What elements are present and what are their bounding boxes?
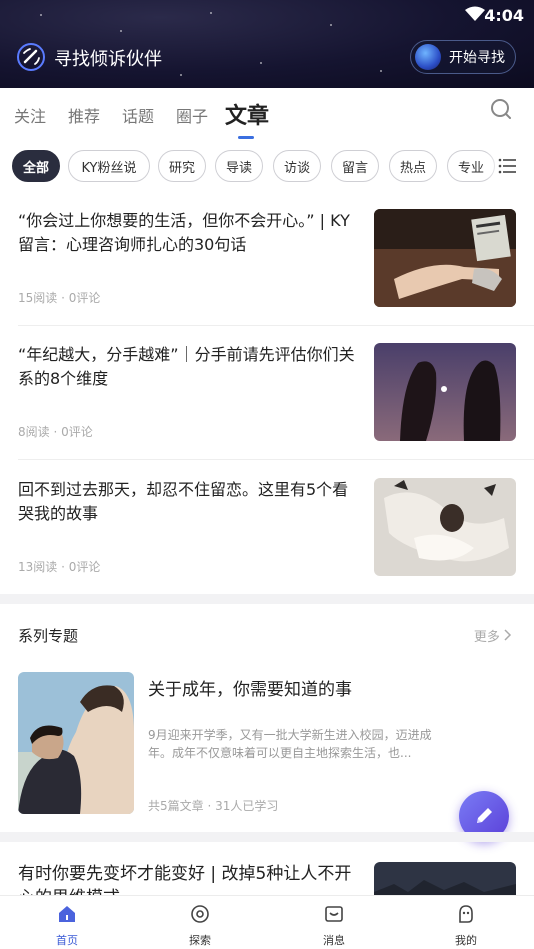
nav-profile[interactable]: 我的 xyxy=(436,904,496,948)
article-thumbnail xyxy=(374,478,516,576)
message-icon xyxy=(325,906,343,922)
active-tab-indicator xyxy=(238,136,254,139)
article-title: “你会过上你想要的生活，但你不会开心。” | KY留言：心理咨询师扎心的30句话 xyxy=(18,211,350,254)
chip-all[interactable]: 全部 xyxy=(12,150,60,182)
series-description: 9月迎来开学季，又有一批大学新生进入校园，迈进成年。成年不仅意味着可以更自主地探… xyxy=(148,728,432,760)
article-title: 回不到过去那天，却忍不住留恋。这里有5个看哭我的故事 xyxy=(18,480,349,523)
more-label: 更多 xyxy=(473,630,500,645)
article-meta: 15阅读 · 0评论 xyxy=(18,291,101,305)
nav-explore[interactable]: 探索 xyxy=(170,904,230,948)
star-decoration xyxy=(210,12,212,14)
more-link[interactable]: 更多 xyxy=(474,626,512,645)
article-thumbnail xyxy=(374,862,516,895)
start-search-label: 开始寻找 xyxy=(449,50,505,66)
bottom-nav: 首页 探索 消息 我的 xyxy=(0,895,534,949)
nav-home[interactable]: 首页 xyxy=(37,904,97,948)
explore-icon xyxy=(191,905,209,923)
star-decoration xyxy=(40,14,42,16)
article-thumbnail xyxy=(374,209,516,307)
section-separator xyxy=(0,594,534,604)
chip-comments[interactable]: 留言 xyxy=(331,150,379,182)
top-tabs: 关注 推荐 话题 圈子 文章 xyxy=(0,88,534,140)
category-menu-icon[interactable] xyxy=(498,158,516,174)
search-icon[interactable] xyxy=(490,98,512,120)
nav-messages-label: 消息 xyxy=(323,934,345,947)
series-meta: 共5篇文章 · 31人已学习 xyxy=(148,799,279,813)
article-title: “年纪越大，分手越难”｜分手前请先评估你们关系的8个维度 xyxy=(18,345,355,388)
status-time: 4:04 xyxy=(484,6,524,25)
article-item[interactable]: “年纪越大，分手越难”｜分手前请先评估你们关系的8个维度 8阅读 · 0评论 xyxy=(0,343,534,477)
chip-guide[interactable]: 导读 xyxy=(215,150,263,182)
article-meta: 8阅读 · 0评论 xyxy=(18,425,93,439)
chip-research[interactable]: 研究 xyxy=(158,150,206,182)
chip-interview[interactable]: 访谈 xyxy=(273,150,321,182)
divider xyxy=(18,459,534,460)
tab-follow[interactable]: 关注 xyxy=(14,103,46,127)
article-thumbnail xyxy=(374,343,516,441)
section-separator xyxy=(0,832,534,842)
series-name[interactable]: 关于成年，你需要知道的事 xyxy=(148,675,352,700)
article-item[interactable]: “你会过上你想要的生活，但你不会开心。” | KY留言：心理咨询师扎心的30句话… xyxy=(0,209,534,343)
wifi-icon xyxy=(465,6,485,21)
tab-topics[interactable]: 话题 xyxy=(122,103,154,127)
signal-logo-icon xyxy=(17,43,45,71)
article-item[interactable]: 回不到过去那天，却忍不住留恋。这里有5个看哭我的故事 13阅读 · 0评论 xyxy=(0,478,534,612)
star-decoration xyxy=(260,62,262,64)
article-meta: 13阅读 · 0评论 xyxy=(18,560,101,574)
pencil-icon xyxy=(477,808,492,823)
app-header: 4:04 寻找倾诉伙伴 开始寻找 xyxy=(0,0,534,88)
article-title: 有时你要先变坏才能变好 | 改掉5种让人不开心的思维模式 xyxy=(18,864,352,895)
star-decoration xyxy=(180,74,182,76)
chip-hot[interactable]: 热点 xyxy=(389,150,437,182)
nav-messages[interactable]: 消息 xyxy=(304,904,364,948)
tab-articles[interactable]: 文章 xyxy=(225,98,269,130)
chevron-right-icon xyxy=(504,629,512,641)
tab-recommend[interactable]: 推荐 xyxy=(68,103,100,127)
star-decoration xyxy=(380,70,382,72)
start-search-button[interactable]: 开始寻找 xyxy=(410,40,516,74)
nav-home-label: 首页 xyxy=(56,934,78,947)
article-item[interactable]: 有时你要先变坏才能变好 | 改掉5种让人不开心的思维模式 xyxy=(0,862,534,895)
tab-circles[interactable]: 圈子 xyxy=(176,103,208,127)
star-decoration xyxy=(120,30,122,32)
nav-profile-label: 我的 xyxy=(455,934,477,947)
series-thumbnail[interactable] xyxy=(18,672,134,814)
planet-icon xyxy=(415,44,441,70)
series-section-title: 系列专题 xyxy=(18,627,79,645)
profile-icon xyxy=(459,905,473,923)
divider xyxy=(18,325,534,326)
home-icon xyxy=(59,906,75,922)
nav-explore-label: 探索 xyxy=(189,934,211,947)
app-title: 寻找倾诉伙伴 xyxy=(54,49,162,70)
category-chips: 全部 KY粉丝说 研究 导读 访谈 留言 热点 专业 xyxy=(0,150,534,184)
chip-ky-fans[interactable]: KY粉丝说 xyxy=(68,150,150,182)
star-decoration xyxy=(330,24,332,26)
